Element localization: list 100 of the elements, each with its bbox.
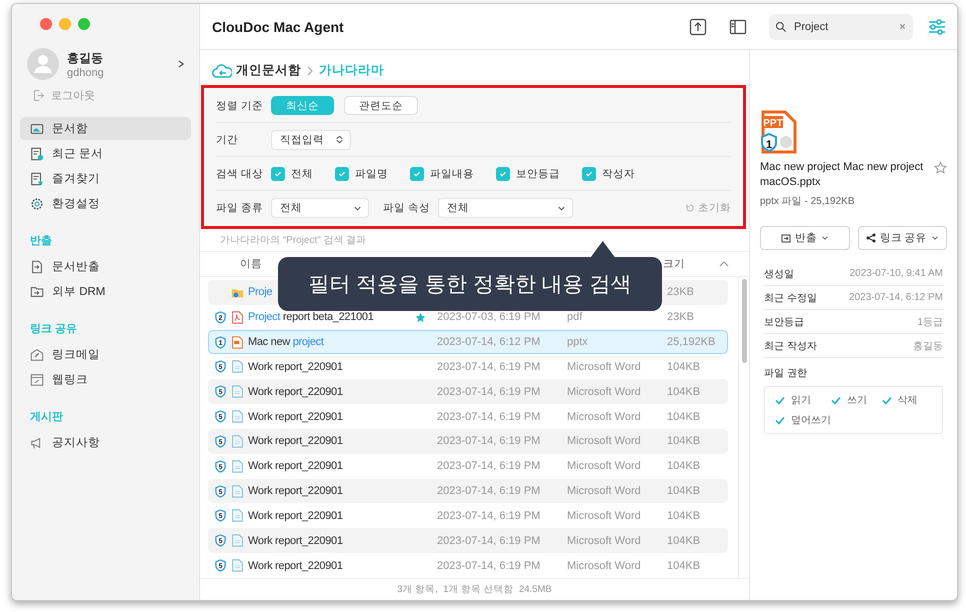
file-attribute-select[interactable]: 전체 (438, 198, 573, 218)
file-name: Work report_220901 (248, 386, 344, 398)
document-icon (231, 359, 244, 374)
info-value: 홍길동 (913, 340, 943, 352)
filter-label: 정렬 기준 (216, 98, 264, 112)
sidebar-icon (729, 18, 747, 36)
document-icon (231, 558, 244, 574)
scrollbar-thumb[interactable] (742, 279, 746, 363)
avatar-icon (27, 48, 59, 80)
type-cell-text: Microsoft Word (567, 386, 642, 398)
sidebar-item[interactable]: 공지사항 (20, 431, 191, 454)
type-cell-text: Microsoft Word (567, 510, 642, 522)
filter-label: 파일 속성 (383, 201, 431, 215)
checkbox[interactable]: 파일내용 (410, 166, 474, 180)
sidebar-item[interactable]: 환경설정 (20, 192, 191, 215)
sidebar-item[interactable]: 웹링크 (20, 368, 191, 391)
date-cell-text: 2023-07-14, 6:19 PM (437, 435, 542, 448)
document-icon (30, 146, 44, 160)
window-control[interactable] (40, 18, 52, 30)
file-name: Work report_220901 (248, 435, 344, 448)
sidebar-item[interactable]: 링크메일 (20, 343, 191, 366)
size-cell-text: 23KB (667, 311, 695, 324)
type-cell-text: Microsoft Word (567, 485, 642, 498)
date-cell-text: 2023-07-03, 6:19 PM (437, 311, 542, 324)
file-name: Work report_220901 (248, 410, 344, 423)
user-id: gdhong (67, 66, 105, 78)
sidebar-item[interactable]: 외부 DRM (20, 280, 191, 303)
checkbox[interactable]: 파일명 (335, 166, 388, 180)
info-value: 1등급 (917, 316, 943, 328)
info-label: 보안등급 (764, 316, 804, 328)
type-cell-text: Microsoft Word (567, 560, 642, 572)
document-icon (231, 409, 244, 424)
folder-arrow-icon (30, 284, 44, 298)
window-control[interactable] (59, 18, 71, 30)
window-icon (30, 372, 44, 386)
size-cell-text: 104KB (667, 510, 702, 522)
sort-option[interactable]: 관련도순 (344, 96, 418, 115)
file-name: Work report_220901 (248, 510, 344, 522)
logout-icon (32, 89, 45, 102)
document-icon (231, 434, 244, 449)
file-name: Work report_220901 (248, 560, 344, 572)
file-name: Work report_220901 (248, 485, 344, 498)
section-title: 링크 공유 (29, 322, 78, 337)
share-button[interactable]: 링크 공유 (858, 226, 947, 250)
panel-button[interactable] (729, 18, 747, 36)
size-cell-text: 104KB (667, 460, 702, 472)
chevron-right-icon (305, 66, 315, 76)
star-icon[interactable] (415, 312, 426, 323)
date-cell-text: 2023-07-14, 6:12 PM (437, 336, 542, 348)
breadcrumb-item: 가나다라마 (319, 62, 384, 79)
info-value: 2023-07-14, 6:12 PM (849, 292, 943, 303)
star-icon[interactable] (934, 161, 947, 174)
settings-icon (30, 196, 44, 210)
pdf-file-icon (231, 310, 244, 325)
file-name: Mac new project (248, 336, 325, 348)
checkbox[interactable]: 보안등급 (496, 166, 560, 180)
presentation-file-icon (231, 334, 244, 350)
file-name: Work report_220901 (248, 360, 344, 373)
sidebar-item[interactable]: 문서함 (20, 117, 191, 140)
file-type-select[interactable]: 전체 (271, 198, 369, 218)
breadcrumb-item[interactable]: 개인문서함 (236, 62, 301, 79)
type-cell-text: pdf (567, 311, 584, 324)
date-cell-text: 2023-07-14, 6:19 PM (437, 560, 542, 572)
close-icon (898, 22, 907, 31)
share-icon (866, 233, 876, 243)
filter-label: 파일 종류 (216, 201, 264, 215)
status-bar: 3개 항목, 1개 항목 선택함 24.5MB (200, 578, 749, 600)
size-cell-text: 104KB (667, 534, 702, 547)
search-input[interactable]: Project (792, 20, 893, 34)
export-icon (780, 233, 791, 243)
upload-button[interactable] (689, 18, 707, 36)
chevron-up-icon[interactable] (719, 259, 729, 269)
export-button[interactable]: 반출 (760, 226, 850, 250)
reset-icon (685, 203, 695, 213)
file-name: Work report_220901 (248, 460, 344, 472)
period-select[interactable]: 직접입력 (271, 130, 351, 150)
stepper-icon (335, 135, 344, 144)
sidebar-item[interactable]: 문서반출 (20, 255, 191, 278)
info-label: 생성일 (764, 268, 794, 280)
date-cell-text: 2023-07-14, 6:19 PM (437, 485, 542, 498)
size-cell-text: 104KB (667, 560, 702, 572)
permission-label: 삭제 (898, 394, 918, 407)
filter-label: 기간 (216, 132, 239, 146)
info-label: 최근 수정일 (764, 292, 817, 304)
window-control[interactable] (78, 18, 90, 30)
result-caption: 가나다라마의 “Project” 검색 결과 (219, 234, 368, 248)
date-cell-text: 2023-07-14, 6:19 PM (437, 460, 542, 472)
sidebar-item[interactable]: 최근 문서 (20, 142, 191, 165)
search-icon (775, 20, 787, 32)
checkbox[interactable]: 전체 (271, 166, 313, 180)
date-cell-text: 2023-07-14, 6:19 PM (437, 410, 542, 423)
date-cell-text: 2023-07-14, 6:19 PM (437, 534, 542, 547)
checkbox[interactable]: 작성자 (582, 166, 635, 180)
window-title: ClouDoc Mac Agent (212, 18, 345, 34)
sidebar-item[interactable]: 즐겨찾기 (20, 167, 191, 190)
envelope-icon (30, 348, 44, 362)
search-field[interactable]: Project (769, 14, 913, 40)
filter-icon (927, 16, 947, 36)
filter-button[interactable] (927, 16, 947, 36)
size-cell-text: 25,192KB (667, 336, 716, 348)
